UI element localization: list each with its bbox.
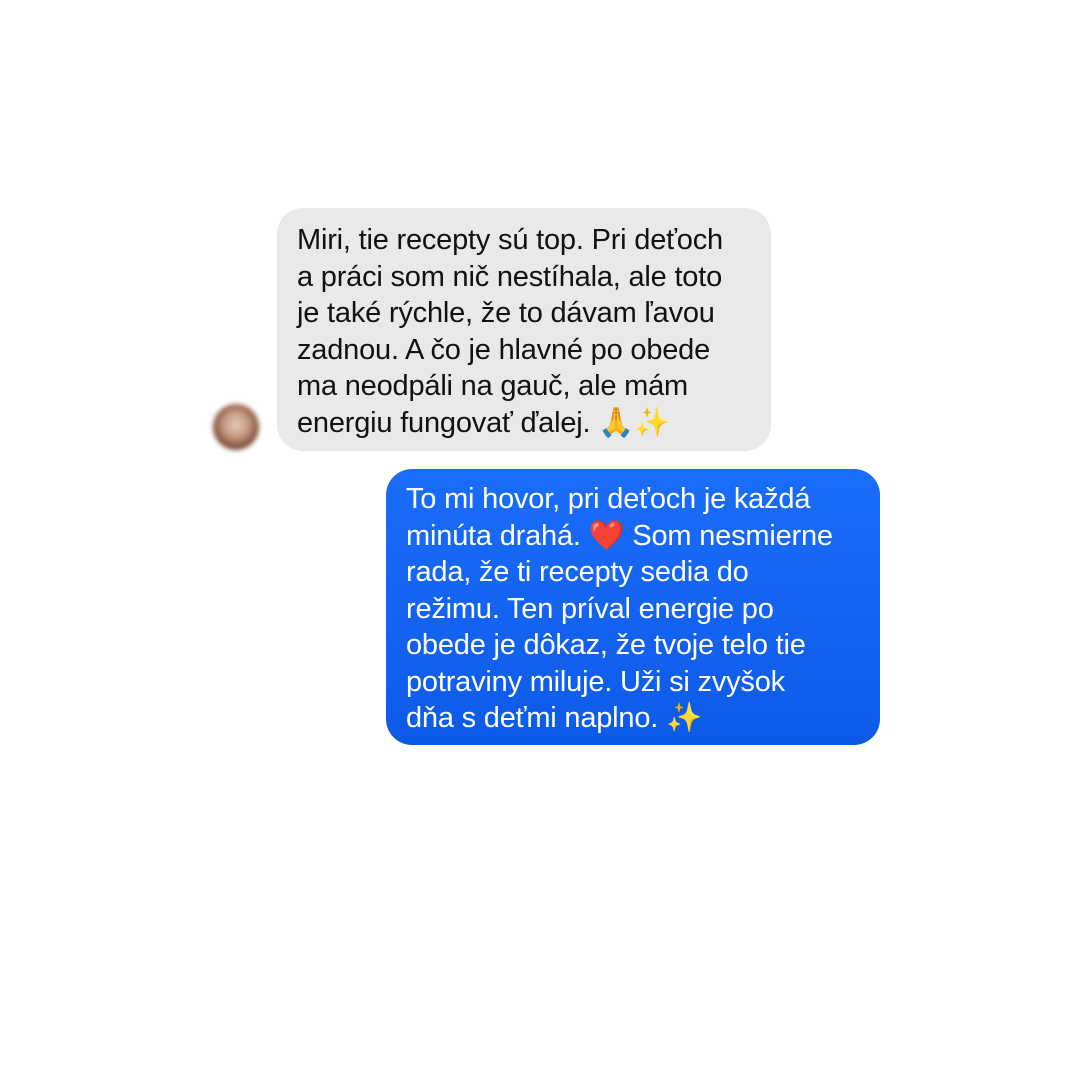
incoming-message-bubble[interactable]: Miri, tie recepty sú top. Pri deťoch a p…	[277, 208, 771, 451]
outgoing-message-bubble[interactable]: To mi hovor, pri deťoch je každá minúta …	[386, 469, 880, 745]
message-thread: Miri, tie recepty sú top. Pri deťoch a p…	[0, 0, 1080, 1080]
sender-avatar[interactable]	[213, 404, 259, 450]
